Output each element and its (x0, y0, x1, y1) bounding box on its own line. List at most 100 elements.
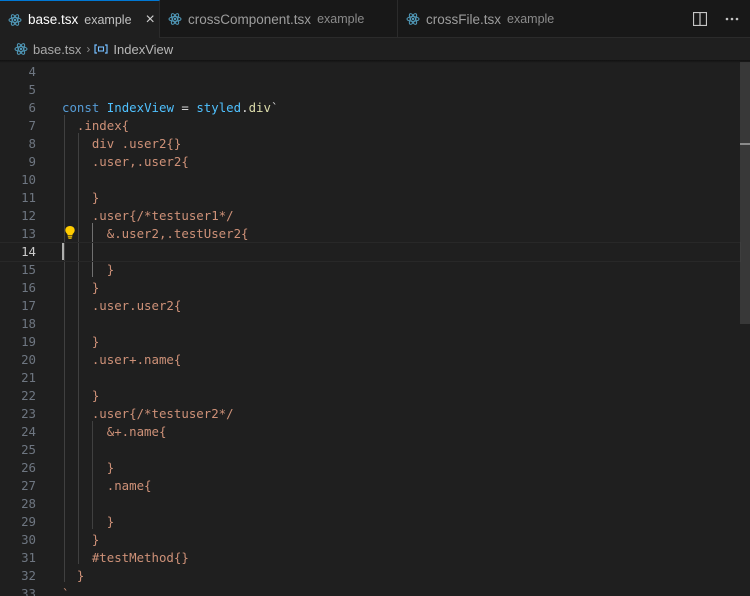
line-code: div .user2{} (62, 136, 182, 151)
code-line[interactable]: 30 } (0, 531, 740, 549)
code-line[interactable]: 25 (0, 441, 740, 459)
line-code: .index{ (62, 118, 130, 133)
line-code: } (62, 190, 100, 205)
code-line[interactable]: 33 ` (0, 585, 740, 596)
line-number: 5 (28, 82, 36, 97)
code-line[interactable]: 19 } (0, 333, 740, 351)
line-code: } (62, 334, 100, 349)
split-editor-icon[interactable] (690, 9, 710, 29)
code-line[interactable]: 8 div .user2{} (0, 135, 740, 153)
line-code: .user,.user2{ (62, 154, 189, 169)
breadcrumb-symbol[interactable]: IndexView (113, 42, 173, 57)
code-line[interactable]: 15 } (0, 261, 740, 279)
line-code: } (62, 262, 115, 277)
code-line[interactable]: 28 (0, 495, 740, 513)
line-number: 7 (28, 118, 36, 133)
tab-description: example (507, 12, 555, 26)
code-line[interactable]: 32 } (0, 567, 740, 585)
code-line[interactable]: 10 (0, 171, 740, 189)
line-number: 25 (21, 442, 36, 457)
line-code: .name{ (62, 478, 152, 493)
breadcrumb: base.tsx › IndexView (0, 38, 750, 60)
line-code: } (62, 388, 100, 403)
line-number: 32 (21, 568, 36, 583)
code-line[interactable]: 4 (0, 63, 740, 81)
line-number: 15 (21, 262, 36, 277)
tab-crosscomponent-tsx[interactable]: crossComponent.tsx example (160, 0, 398, 38)
line-number: 29 (21, 514, 36, 529)
line-number: 8 (28, 136, 36, 151)
line-number: 18 (21, 316, 36, 331)
close-icon[interactable]: × (146, 11, 155, 28)
line-code: #testMethod{} (62, 550, 189, 565)
line-code: } (62, 460, 115, 475)
react-icon (14, 42, 28, 56)
editor-actions (690, 0, 742, 38)
code-line[interactable]: 27 .name{ (0, 477, 740, 495)
react-icon (8, 13, 22, 27)
line-code: .user+.name{ (62, 352, 182, 367)
code-line[interactable]: 24 &+.name{ (0, 423, 740, 441)
line-code: .user{/*testuser1*/ (62, 208, 234, 223)
code-token: = (181, 100, 189, 115)
tab-label: crossComponent.tsx (188, 11, 312, 27)
line-number: 9 (28, 154, 36, 169)
line-number: 14 (21, 244, 36, 259)
code-line[interactable]: 18 (0, 315, 740, 333)
line-code: } (62, 532, 100, 547)
line-number: 22 (21, 388, 36, 403)
line-number: 6 (28, 100, 36, 115)
line-code: .user.user2{ (62, 298, 182, 313)
line-number: 23 (21, 406, 36, 421)
code-line[interactable]: 14 (0, 242, 741, 262)
line-number: 11 (21, 190, 36, 205)
code-line[interactable]: 9 .user,.user2{ (0, 153, 740, 171)
code-token: div (248, 100, 271, 115)
code-line[interactable]: 20 .user+.name{ (0, 351, 740, 369)
code-line[interactable]: 12 .user{/*testuser1*/ (0, 207, 740, 225)
tab-base-tsx[interactable]: base.tsx example × (0, 0, 160, 38)
code-line[interactable]: 22 } (0, 387, 740, 405)
line-code: &+.name{ (62, 424, 167, 439)
line-number: 16 (21, 280, 36, 295)
more-actions-icon[interactable] (722, 9, 742, 29)
code-line[interactable]: 17 .user.user2{ (0, 297, 740, 315)
code-line[interactable]: 26 } (0, 459, 740, 477)
line-code: const IndexView = styled.div` (62, 99, 278, 117)
tab-description: example (84, 12, 132, 27)
line-number: 30 (21, 532, 36, 547)
code-line[interactable]: 21 (0, 369, 740, 387)
code-editor[interactable]: 4 5 6 const IndexView = styled.div` 7 .index… (0, 62, 750, 596)
tab-crossfile-tsx[interactable]: crossFile.tsx example (398, 0, 630, 38)
line-code: } (62, 514, 115, 529)
tab-label: base.tsx (28, 12, 79, 27)
tab-description: example (317, 12, 365, 26)
code-token: ` (270, 100, 279, 115)
line-number: 31 (21, 550, 36, 565)
line-code: ` (62, 586, 70, 596)
code-line[interactable]: 11 } (0, 189, 740, 207)
code-line[interactable]: 7 .index{ (0, 117, 740, 135)
code-line[interactable]: 13 &.user2,.testUser2{ (0, 225, 740, 243)
scrollbar-slider[interactable] (740, 62, 750, 324)
editor-tab-bar: base.tsx example × crossComponent.tsx ex… (0, 0, 750, 38)
code-line[interactable]: 23 .user{/*testuser2*/ (0, 405, 740, 423)
code-line[interactable]: 6 const IndexView = styled.div` (0, 99, 740, 117)
code-token: . (241, 100, 249, 115)
line-number: 26 (21, 460, 36, 475)
line-number: 24 (21, 424, 36, 439)
code-line[interactable]: 5 (0, 81, 740, 99)
line-number: 17 (21, 298, 36, 313)
tab-label: crossFile.tsx (426, 11, 502, 27)
breadcrumb-file[interactable]: base.tsx (33, 42, 81, 57)
react-icon (168, 12, 182, 26)
code-line[interactable]: 16 } (0, 279, 740, 297)
code-line[interactable]: 31 #testMethod{} (0, 549, 740, 567)
line-number: 19 (21, 334, 36, 349)
line-number: 20 (21, 352, 36, 367)
line-number: 21 (21, 370, 36, 385)
overview-ruler-cursor (740, 143, 750, 145)
code-line[interactable]: 29 } (0, 513, 740, 531)
line-number: 27 (21, 478, 36, 493)
chevron-right-icon: › (86, 42, 91, 56)
